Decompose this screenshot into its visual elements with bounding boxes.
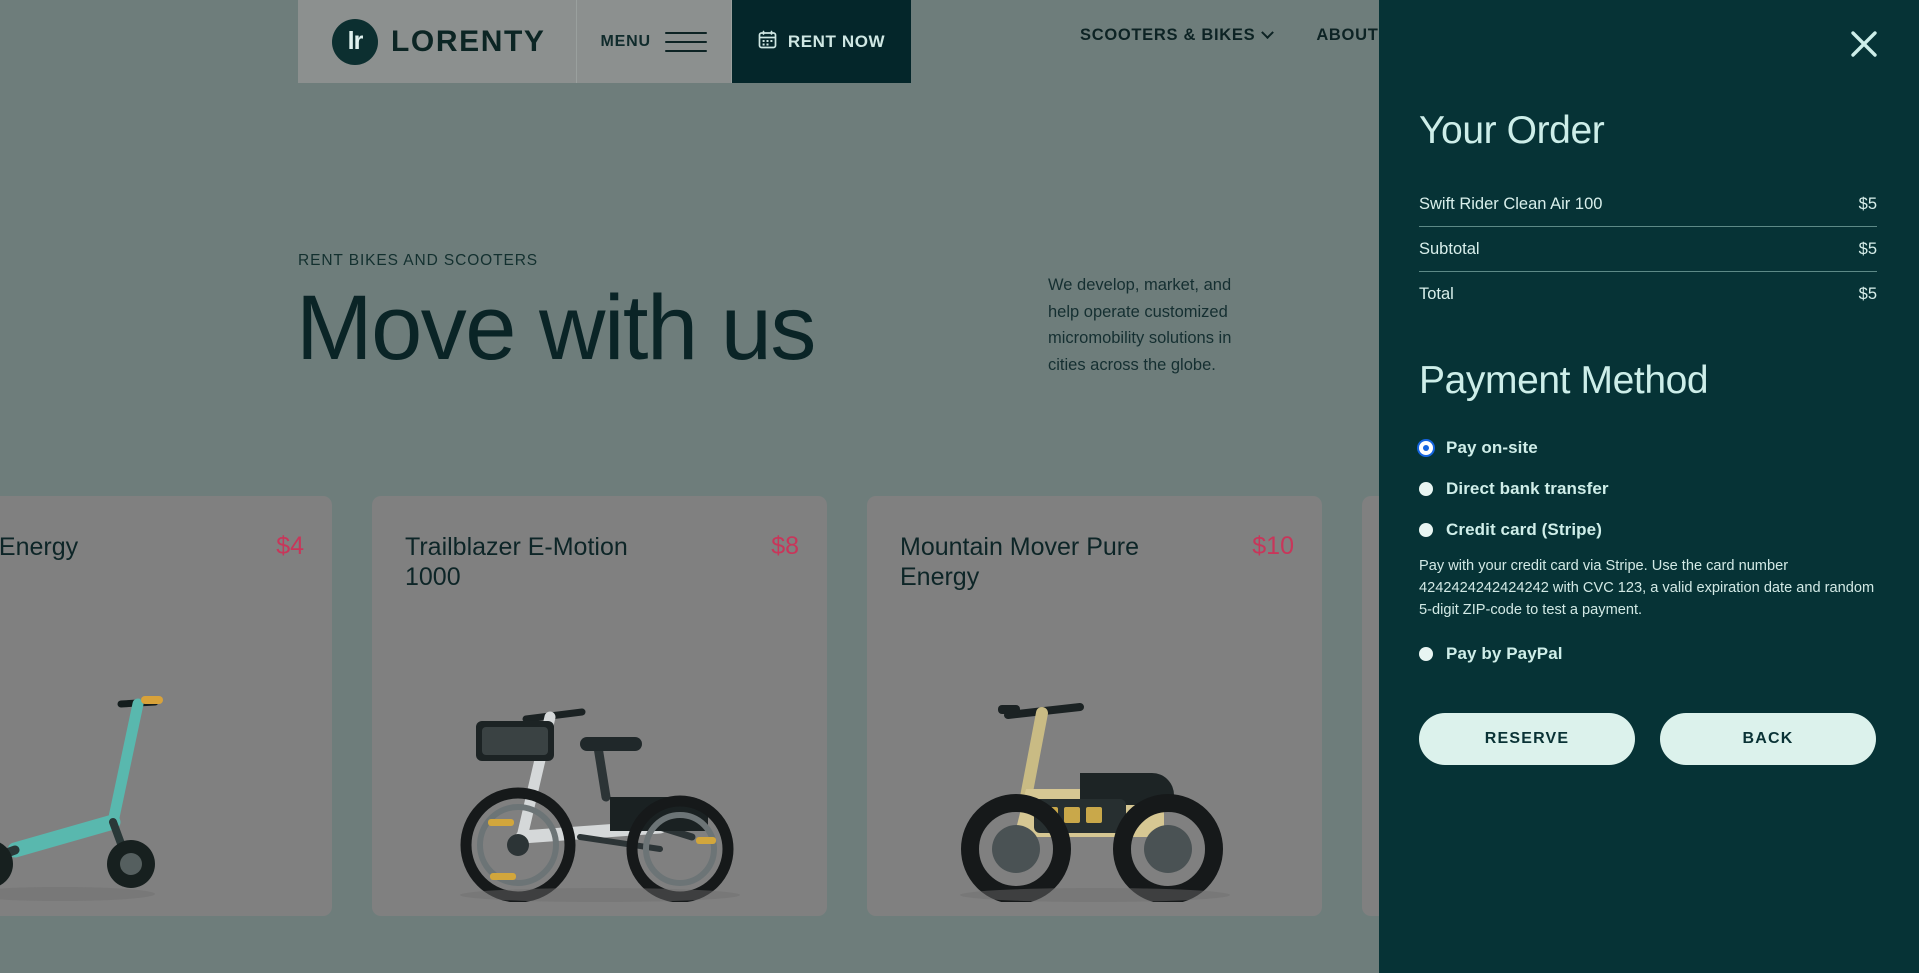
rent-now-label: RENT NOW [787, 31, 886, 51]
close-icon[interactable] [1847, 27, 1881, 61]
radio-icon[interactable] [1419, 482, 1433, 496]
logo-mark-text: lr [347, 27, 364, 55]
payment-option-pay-by-paypal[interactable]: Pay by PayPal [1419, 644, 1881, 664]
order-line-value: $5 [1858, 195, 1877, 213]
order-line-item: Swift Rider Clean Air 100 $5 [1419, 195, 1877, 227]
order-panel: Your Order Swift Rider Clean Air 100 $5 … [1379, 0, 1919, 973]
payment-method-title: Payment Method [1419, 359, 1709, 402]
logo-mark-icon: lr [332, 18, 378, 65]
payment-option-label: Direct bank transfer [1446, 479, 1609, 498]
order-line-value: $5 [1858, 285, 1877, 303]
payment-option-credit-card-stripe[interactable]: Credit card (Stripe) [1419, 520, 1881, 540]
product-card[interactable]: er Pure Energy $4 [0, 496, 332, 916]
menu-button[interactable]: MENU [576, 0, 732, 83]
product-image-bike [372, 662, 827, 902]
nav-item-label: ABOUT [1316, 26, 1379, 44]
rent-now-button[interactable]: RENT NOW [731, 0, 912, 83]
hero-paragraph: We develop, market, and help operate cus… [1048, 276, 1232, 375]
product-title: er Pure Energy [0, 533, 79, 561]
order-line-label: Subtotal [1419, 240, 1480, 258]
product-card[interactable]: Trailblazer E-Motion 1000 $8 [372, 496, 827, 916]
stripe-description: Pay with your credit card via Stripe. Us… [1419, 558, 1875, 619]
radio-icon[interactable] [1419, 441, 1433, 455]
hero-eyebrow: RENT BIKES AND SCOOTERS [298, 252, 539, 269]
nav-item-scooters-and-bikes[interactable]: SCOOTERS & BIKES [1080, 26, 1275, 45]
chevron-down-icon [1261, 26, 1275, 40]
menu-button-label: MENU [600, 32, 651, 50]
payment-method-list: Pay on-site Direct bank transfer Credit … [1419, 438, 1881, 685]
logo[interactable]: lr LORENTY [298, 0, 577, 83]
product-price: $8 [771, 532, 799, 560]
order-panel-title: Your Order [1419, 109, 1605, 152]
product-image-moped [867, 662, 1322, 902]
nav-item-label: SCOOTERS & BIKES [1080, 26, 1256, 44]
hamburger-icon [664, 31, 707, 52]
order-line-total: Total $5 [1419, 285, 1877, 316]
product-image-scooter [0, 662, 332, 902]
order-line-value: $5 [1858, 240, 1877, 258]
product-price: $10 [1252, 532, 1294, 560]
order-line-subtotal: Subtotal $5 [1419, 240, 1877, 272]
product-card-header: Mountain Mover Pure Energy $10 [900, 532, 1294, 592]
logo-wordmark: LORENTY [391, 24, 546, 58]
product-price: $4 [276, 532, 304, 560]
product-card-header: er Pure Energy $4 [0, 532, 304, 562]
reserve-button[interactable]: RESERVE [1419, 713, 1635, 765]
product-title: Trailblazer E-Motion 1000 [405, 533, 628, 591]
payment-option-label: Pay by PayPal [1446, 643, 1563, 663]
payment-option-direct-bank-transfer[interactable]: Direct bank transfer [1419, 479, 1881, 499]
product-card[interactable]: Mountain Mover Pure Energy $10 [867, 496, 1322, 916]
order-line-label: Total [1419, 285, 1454, 303]
order-line-label: Swift Rider Clean Air 100 [1419, 195, 1603, 213]
site-header: lr LORENTY MENU RENT NOW [298, 0, 912, 83]
page-title: Move with us [296, 277, 816, 379]
order-summary: Swift Rider Clean Air 100 $5 Subtotal $5… [1419, 195, 1877, 316]
product-title: Mountain Mover Pure Energy [900, 533, 1140, 591]
product-card-header: Trailblazer E-Motion 1000 $8 [405, 532, 799, 592]
payment-option-label: Credit card (Stripe) [1446, 520, 1602, 539]
primary-nav: SCOOTERS & BIKES ABOUT [1080, 26, 1378, 45]
radio-icon[interactable] [1419, 646, 1433, 661]
back-button[interactable]: BACK [1660, 713, 1876, 765]
radio-icon[interactable] [1419, 523, 1433, 537]
calendar-icon [758, 30, 777, 54]
payment-option-pay-on-site[interactable]: Pay on-site [1419, 438, 1881, 458]
payment-option-label: Pay on-site [1446, 438, 1538, 457]
nav-item-about[interactable]: ABOUT [1316, 26, 1378, 45]
panel-actions: RESERVE BACK [1419, 713, 1876, 765]
